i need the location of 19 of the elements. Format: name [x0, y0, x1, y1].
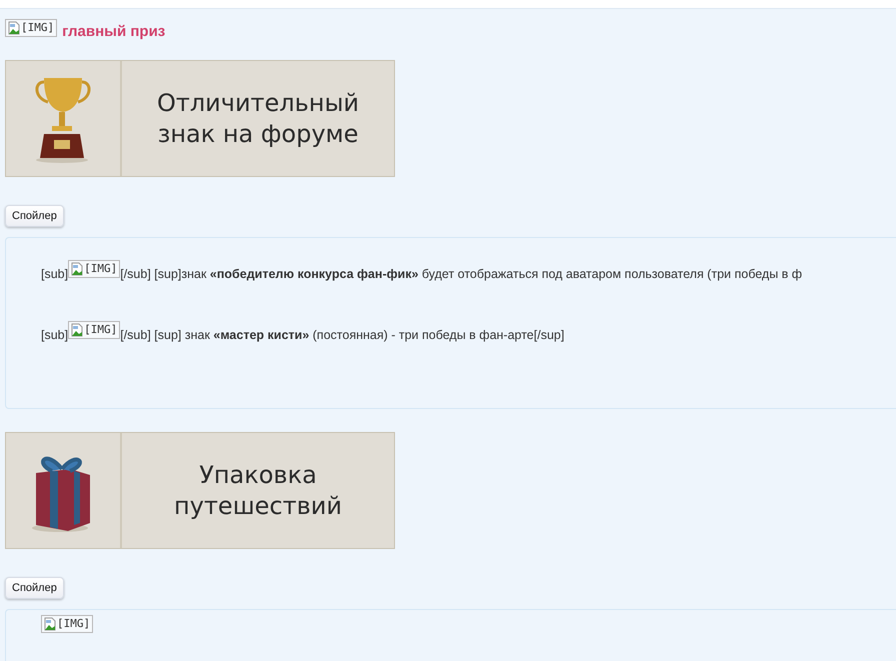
banner-title: знак на форуме	[158, 118, 358, 150]
spoiler-button[interactable]: Спойлер	[5, 205, 64, 227]
award-description: [/sub] [sup] знак «мастер кисти» (постоянная) - три победы в фан-арте[/sup]	[120, 328, 564, 342]
bbcode-text: [sub]	[41, 328, 68, 342]
bbcode-text: [sub]	[41, 267, 68, 281]
banner-title: Упаковка	[199, 460, 317, 490]
broken-image-icon	[8, 21, 20, 35]
prize-heading: главный приз	[62, 22, 166, 40]
broken-image-icon	[44, 617, 56, 631]
broken-image: [IMG]	[41, 615, 94, 633]
broken-image: [IMG]	[68, 260, 120, 278]
broken-image: [IMG]	[68, 321, 120, 339]
broken-image-icon	[71, 323, 84, 337]
banner-title: путешествий	[174, 490, 342, 522]
banner-title: Отличительный	[156, 88, 360, 118]
broken-image-icon	[71, 262, 84, 276]
award-description: [/sub] [sup]знак «победителю конкурса фан-фик» будет отображаться под аватаром пользователя (три победы в ф	[120, 267, 802, 281]
spoiler-button[interactable]: Спойлер	[5, 577, 64, 599]
broken-image: [IMG]	[5, 19, 58, 37]
